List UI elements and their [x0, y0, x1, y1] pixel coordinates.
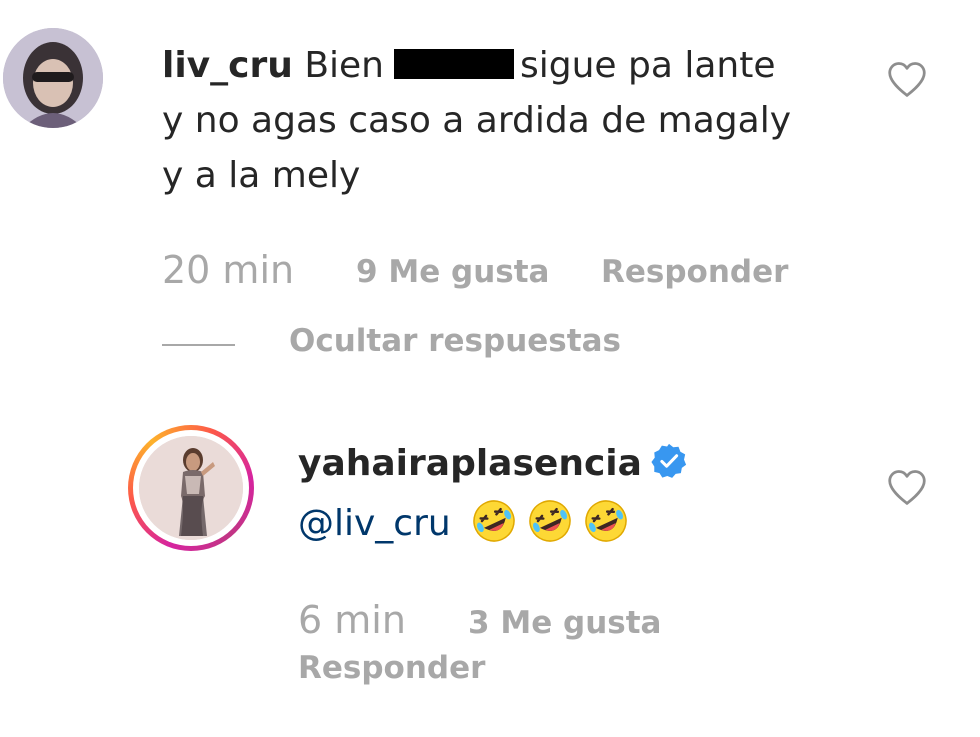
- reply-button[interactable]: Responder: [298, 650, 485, 686]
- redaction-bar: [394, 49, 514, 79]
- avatar[interactable]: [139, 436, 243, 540]
- reply-time[interactable]: 6 min: [298, 598, 406, 642]
- comment-likes[interactable]: 9 Me gusta: [356, 254, 549, 290]
- avatar-photo: [139, 436, 243, 540]
- comment-text-start: Bien: [304, 45, 384, 86]
- like-heart-icon[interactable]: [886, 468, 928, 506]
- hide-replies-button[interactable]: Ocultar respuestas: [289, 323, 621, 359]
- rolling-on-floor-laughing-emoji-icon: [529, 500, 571, 542]
- comment-text: liv_cru Bien sigue pa lante y no agas cas…: [162, 38, 862, 203]
- like-heart-icon[interactable]: [886, 60, 928, 98]
- verified-badge-icon: [651, 443, 687, 478]
- mention-link[interactable]: @liv_cru: [298, 503, 451, 544]
- avatar[interactable]: [3, 28, 103, 128]
- comment-username[interactable]: liv_cru: [162, 45, 293, 86]
- comment-text-line2: y no agas caso a ardida de magaly: [162, 100, 792, 141]
- comment-text-end: sigue pa lante: [520, 45, 776, 86]
- replies-divider-line: [162, 344, 235, 346]
- reply-username[interactable]: yahairaplasencia: [298, 442, 688, 484]
- rolling-on-floor-laughing-emoji-icon: [473, 500, 515, 542]
- reply-button[interactable]: Responder: [601, 254, 788, 290]
- reply-likes[interactable]: 3 Me gusta: [468, 605, 661, 641]
- story-ring[interactable]: [128, 425, 254, 551]
- comment-text-line3: y a la mely: [162, 155, 361, 196]
- rolling-on-floor-laughing-emoji-icon: [585, 500, 627, 542]
- avatar-photo: [3, 28, 103, 128]
- reply-text: @liv_cru: [298, 497, 630, 545]
- comment-time[interactable]: 20 min: [162, 248, 294, 292]
